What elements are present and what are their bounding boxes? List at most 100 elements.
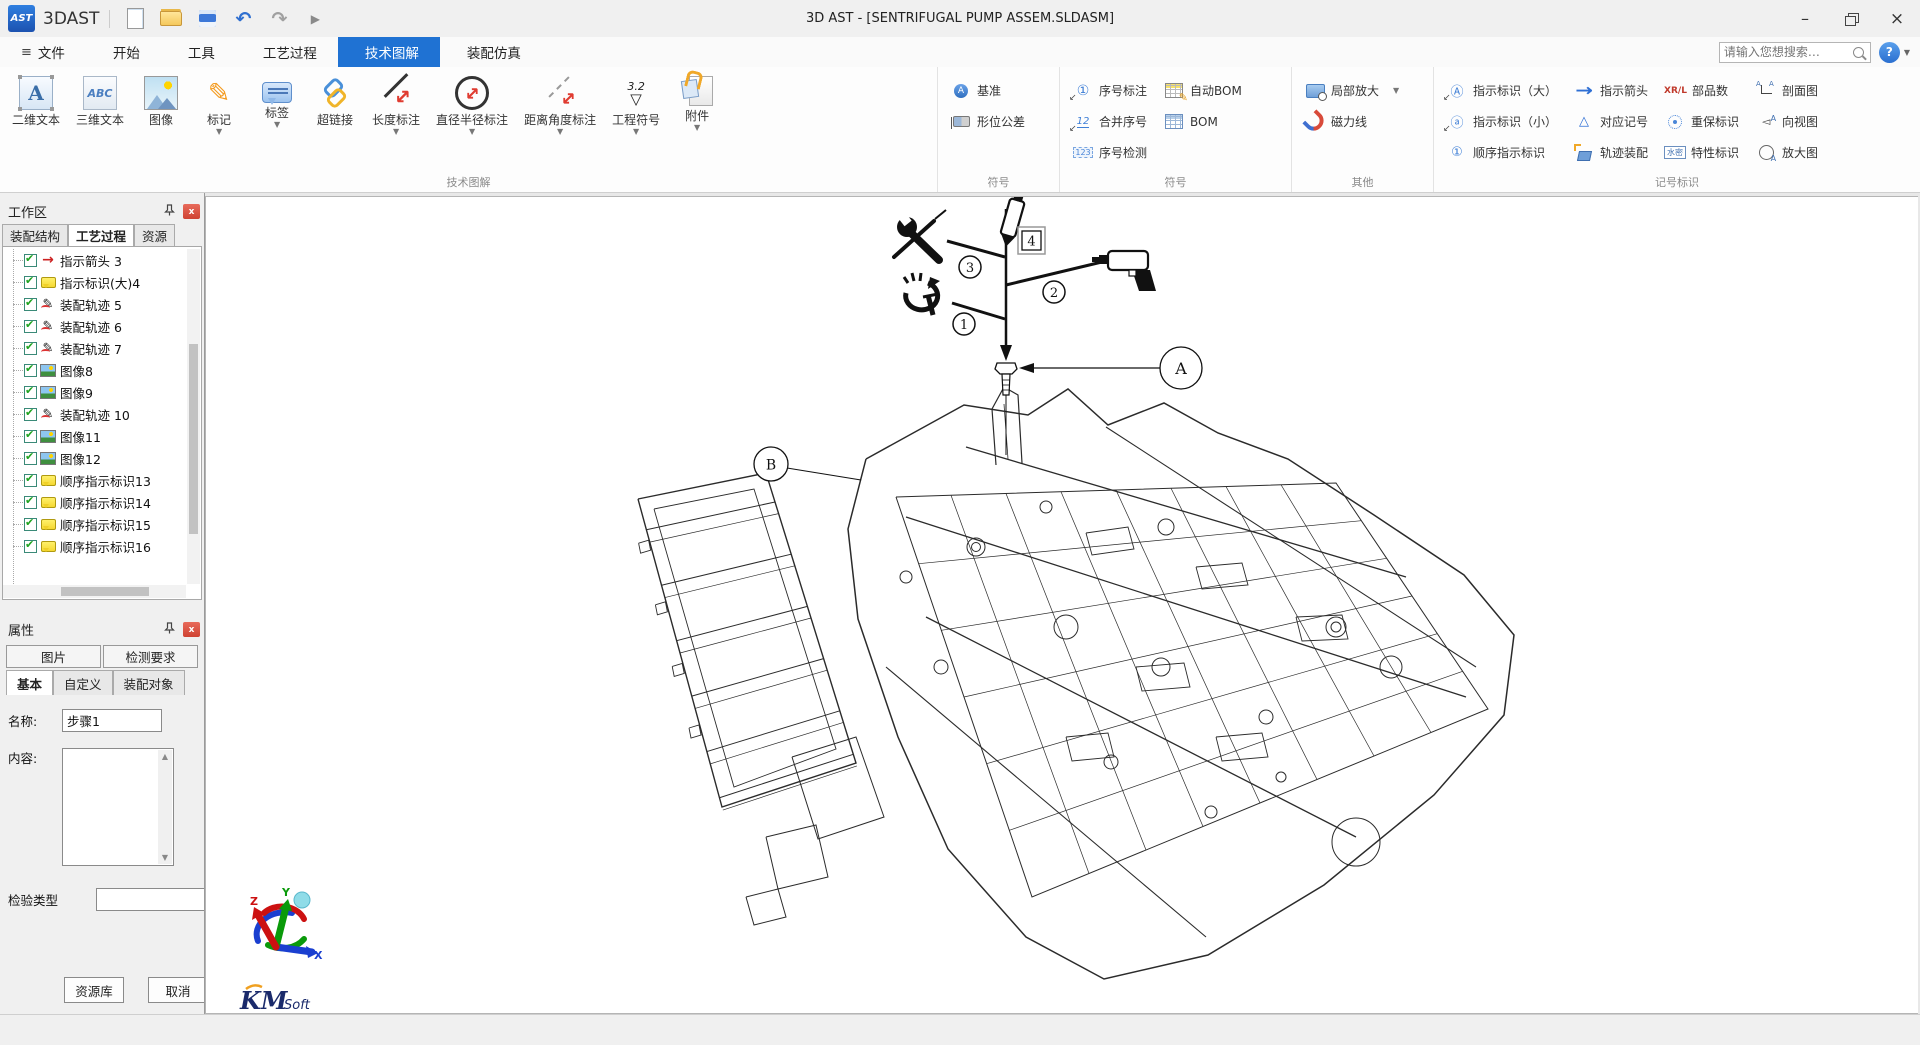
ribbon-small-button[interactable]: 指示箭头	[1565, 75, 1656, 106]
workspace-tab[interactable]: 工艺过程	[68, 224, 134, 246]
tree-item[interactable]: 图像11	[3, 425, 186, 447]
quick-access-button[interactable]: ↶	[228, 5, 258, 33]
impact-wrench-icon[interactable]	[1092, 251, 1156, 291]
ribbon-big-button[interactable]: 超链接 ▼	[306, 71, 364, 137]
scrollbar-thumb[interactable]	[61, 587, 149, 596]
wrench-icon[interactable]	[894, 210, 946, 260]
tree-item[interactable]: 图像9	[3, 381, 186, 403]
workspace-tab[interactable]: 装配结构	[2, 224, 68, 246]
tree-item[interactable]: 顺序指示标识13	[3, 469, 186, 491]
ribbon-small-button[interactable]: 指示标识（大）	[1438, 75, 1565, 106]
checkbox-checked[interactable]	[24, 452, 37, 465]
check-type-input[interactable]	[96, 888, 205, 911]
ribbon-small-button[interactable]: XR/L 部品数	[1656, 75, 1747, 106]
ribbon-small-button[interactable]: 磁力线 ▼	[1296, 106, 1429, 137]
checkbox-checked[interactable]	[24, 540, 37, 553]
ribbon-big-button[interactable]: 长度标注 ▼	[364, 71, 428, 137]
checkbox-checked[interactable]	[24, 320, 37, 333]
checkbox-checked[interactable]	[24, 386, 37, 399]
properties-tab[interactable]: 装配对象	[113, 670, 185, 695]
tree-item[interactable]: 指示箭头 3	[3, 249, 186, 271]
search-box[interactable]	[1719, 42, 1871, 63]
callout-b[interactable]: B	[754, 447, 861, 481]
tree-item[interactable]: 装配轨迹 5	[3, 293, 186, 315]
ribbon-small-button[interactable]: 对应记号	[1565, 106, 1656, 137]
sequence-callout-3[interactable]: 3	[959, 256, 981, 278]
scrollbar-thumb[interactable]	[189, 344, 198, 534]
horizontal-scrollbar[interactable]	[3, 585, 186, 598]
ribbon-big-button[interactable]: 直径半径标注 ▼	[428, 71, 516, 137]
tree-item[interactable]: 装配轨迹 7	[3, 337, 186, 359]
ribbon-small-button[interactable]: 轨迹装配	[1565, 137, 1656, 168]
tree-item[interactable]: 装配轨迹 6	[3, 315, 186, 337]
properties-tab[interactable]: 自定义	[53, 670, 113, 695]
ribbon-small-button[interactable]: 形位公差 ▼	[942, 106, 1055, 137]
properties-tab[interactable]: 检测要求	[103, 645, 198, 668]
bolt-part[interactable]	[995, 363, 1017, 395]
hand-turn-icon[interactable]	[904, 273, 940, 315]
ribbon-small-button[interactable]: 水密 特性标识	[1656, 137, 1747, 168]
quick-access-button[interactable]: ▶	[300, 5, 330, 33]
checkbox-checked[interactable]	[24, 430, 37, 443]
checkbox-checked[interactable]	[24, 518, 37, 531]
vertical-scrollbar[interactable]	[187, 249, 200, 584]
ribbon-small-button[interactable]: 剖面图	[1747, 75, 1826, 106]
menu-tab[interactable]: ≡文件	[0, 37, 86, 67]
checkbox-checked[interactable]	[24, 364, 37, 377]
textarea-scrollbar[interactable]: ▲▼	[158, 750, 172, 864]
sequence-callout-1[interactable]: 1	[953, 313, 975, 335]
ribbon-big-button[interactable]: 附件 ▼	[668, 71, 726, 133]
scroll-down-icon[interactable]: ▼	[162, 853, 168, 862]
close-icon[interactable]: x	[183, 204, 200, 219]
window-control-button[interactable]: –	[1782, 0, 1828, 37]
quick-access-button[interactable]	[120, 5, 150, 33]
ribbon-small-button[interactable]: 序号标注	[1064, 75, 1155, 106]
checkbox-checked[interactable]	[24, 408, 37, 421]
quick-access-button[interactable]	[156, 5, 186, 33]
drawing-canvas[interactable]: 3 2 1 4 A B X Y Z	[205, 196, 1918, 1014]
ribbon-small-button[interactable]: 局部放大 ▼	[1296, 75, 1429, 106]
help-button[interactable]: ?	[1879, 42, 1900, 63]
tree-item[interactable]: 顺序指示标识14	[3, 491, 186, 513]
action-button[interactable]: 取消	[148, 977, 205, 1003]
ribbon-big-button[interactable]: 二维文本 ▼	[4, 71, 68, 137]
ribbon-small-button[interactable]: 自动BOM	[1155, 75, 1250, 106]
checkbox-checked[interactable]	[24, 298, 37, 311]
tree-item[interactable]: 顺序指示标识15	[3, 513, 186, 535]
ribbon-big-button[interactable]: 图像 ▼	[132, 71, 190, 137]
ribbon-small-button[interactable]: 重保标识	[1656, 106, 1747, 137]
tree-item[interactable]: 图像8	[3, 359, 186, 381]
properties-tab[interactable]: 基本	[6, 670, 53, 695]
window-control-button[interactable]	[1828, 0, 1874, 37]
action-button[interactable]: 资源库	[64, 977, 124, 1003]
ribbon-big-button[interactable]: 标签 ▼	[248, 71, 306, 130]
tree-item[interactable]: 顺序指示标识16	[3, 535, 186, 557]
checkbox-checked[interactable]	[24, 342, 37, 355]
content-textarea[interactable]: ▲▼	[62, 748, 174, 866]
ribbon-small-button[interactable]: BOM	[1155, 106, 1250, 137]
search-icon[interactable]	[1853, 47, 1864, 58]
ribbon-small-button[interactable]: 放大图	[1747, 137, 1826, 168]
tree-item[interactable]: 指示标识(大)4	[3, 271, 186, 293]
ribbon-big-button[interactable]: 距离角度标注 ▼	[516, 71, 604, 137]
menu-tab[interactable]: 开始	[86, 37, 161, 67]
sequence-callout-2[interactable]: 2	[1043, 281, 1065, 303]
workspace-tab[interactable]: 资源	[134, 224, 175, 246]
name-input[interactable]	[62, 709, 162, 732]
menu-tab[interactable]: 工具	[161, 37, 236, 67]
checkbox-checked[interactable]	[24, 496, 37, 509]
ribbon-small-button[interactable]: 序号检测	[1064, 137, 1155, 168]
window-control-button[interactable]: ×	[1874, 0, 1920, 37]
ribbon-small-button[interactable]: 合并序号	[1064, 106, 1155, 137]
pin-icon[interactable]	[164, 204, 175, 220]
ribbon-small-button[interactable]: 基准 ▼	[942, 75, 1055, 106]
checkbox-checked[interactable]	[24, 254, 37, 267]
sequence-callout-4[interactable]: 4	[1018, 227, 1045, 254]
help-dropdown-icon[interactable]: ▼	[1904, 48, 1910, 57]
quick-access-button[interactable]: ↷	[264, 5, 294, 33]
ribbon-small-button[interactable]: 顺序指示标识	[1438, 137, 1565, 168]
ribbon-big-button[interactable]: 工程符号 ▼	[604, 71, 668, 137]
close-icon[interactable]: x	[183, 622, 200, 637]
quick-access-button[interactable]	[192, 5, 222, 33]
ribbon-big-button[interactable]: 标记 ▼	[190, 71, 248, 137]
